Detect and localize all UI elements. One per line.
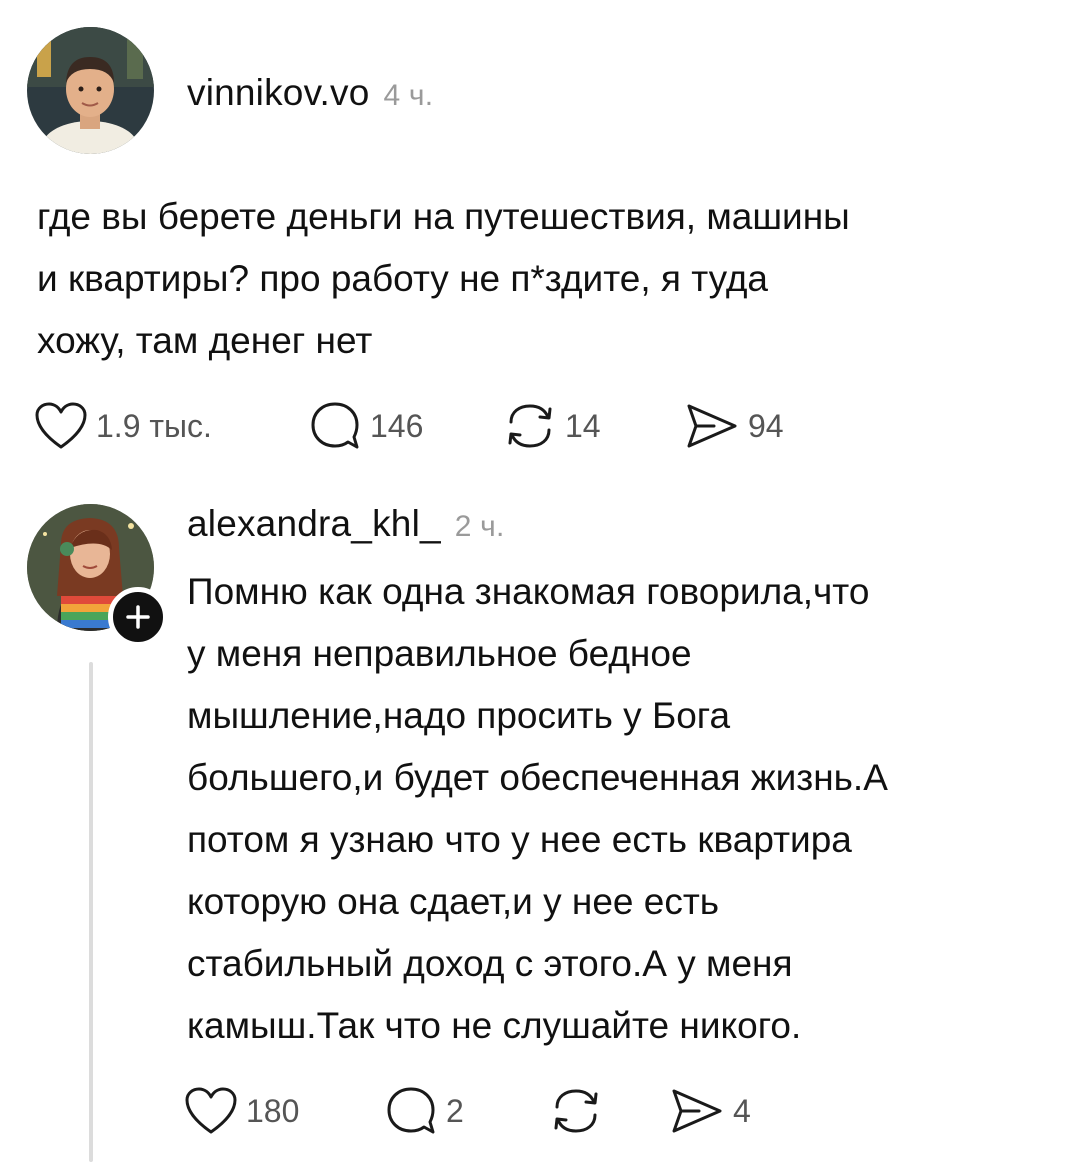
post-comment-button[interactable]: 146 — [308, 400, 503, 452]
post-text: где вы берете деньги на путешествия, маш… — [37, 196, 850, 361]
repost-icon — [508, 404, 552, 448]
post-repost-count: 14 — [565, 407, 601, 444]
reply-like-count: 180 — [246, 1092, 300, 1129]
post-header: vinnikov.vo 4 ч. — [187, 72, 433, 114]
speech-bubble-icon — [387, 1087, 435, 1134]
plus-icon — [126, 605, 150, 629]
post-actions: 1.9 тыс. 146 14 94 — [34, 400, 784, 452]
thread-line — [89, 662, 93, 1162]
speech-bubble-icon — [311, 402, 359, 449]
follow-button[interactable] — [108, 587, 168, 647]
send-icon — [672, 1089, 722, 1133]
reply-share-count: 4 — [733, 1092, 751, 1129]
reply-time: 2 ч. — [454, 510, 505, 543]
post-share-button[interactable]: 94 — [684, 401, 784, 451]
man-avatar-illustration — [27, 27, 154, 154]
reply-like-button[interactable]: 180 — [184, 1086, 384, 1136]
post-comment-count: 146 — [370, 407, 424, 444]
post-like-button[interactable]: 1.9 тыс. — [34, 401, 308, 451]
reply-comment-button[interactable]: 2 — [384, 1085, 549, 1137]
post-like-count: 1.9 тыс. — [96, 407, 212, 444]
reply-username[interactable]: alexandra_khl_ — [187, 503, 441, 544]
reply-comment-count: 2 — [446, 1092, 464, 1129]
reply-actions: 180 2 4 — [184, 1085, 751, 1137]
repost-icon — [554, 1089, 598, 1133]
post-username[interactable]: vinnikov.vo — [187, 72, 370, 113]
post-time: 4 ч. — [383, 79, 434, 112]
post-share-count: 94 — [748, 407, 784, 444]
reply-header: alexandra_khl_ 2 ч. — [187, 503, 505, 545]
heart-icon — [185, 1087, 237, 1134]
post-avatar[interactable] — [27, 27, 154, 154]
reply-text: Помню как одна знакомая говорила,что у м… — [187, 571, 888, 1046]
send-icon — [687, 404, 737, 448]
reply-repost-button[interactable] — [549, 1086, 669, 1136]
post-repost-button[interactable]: 14 — [503, 401, 684, 451]
reply-share-button[interactable]: 4 — [669, 1086, 751, 1136]
heart-icon — [35, 402, 87, 449]
